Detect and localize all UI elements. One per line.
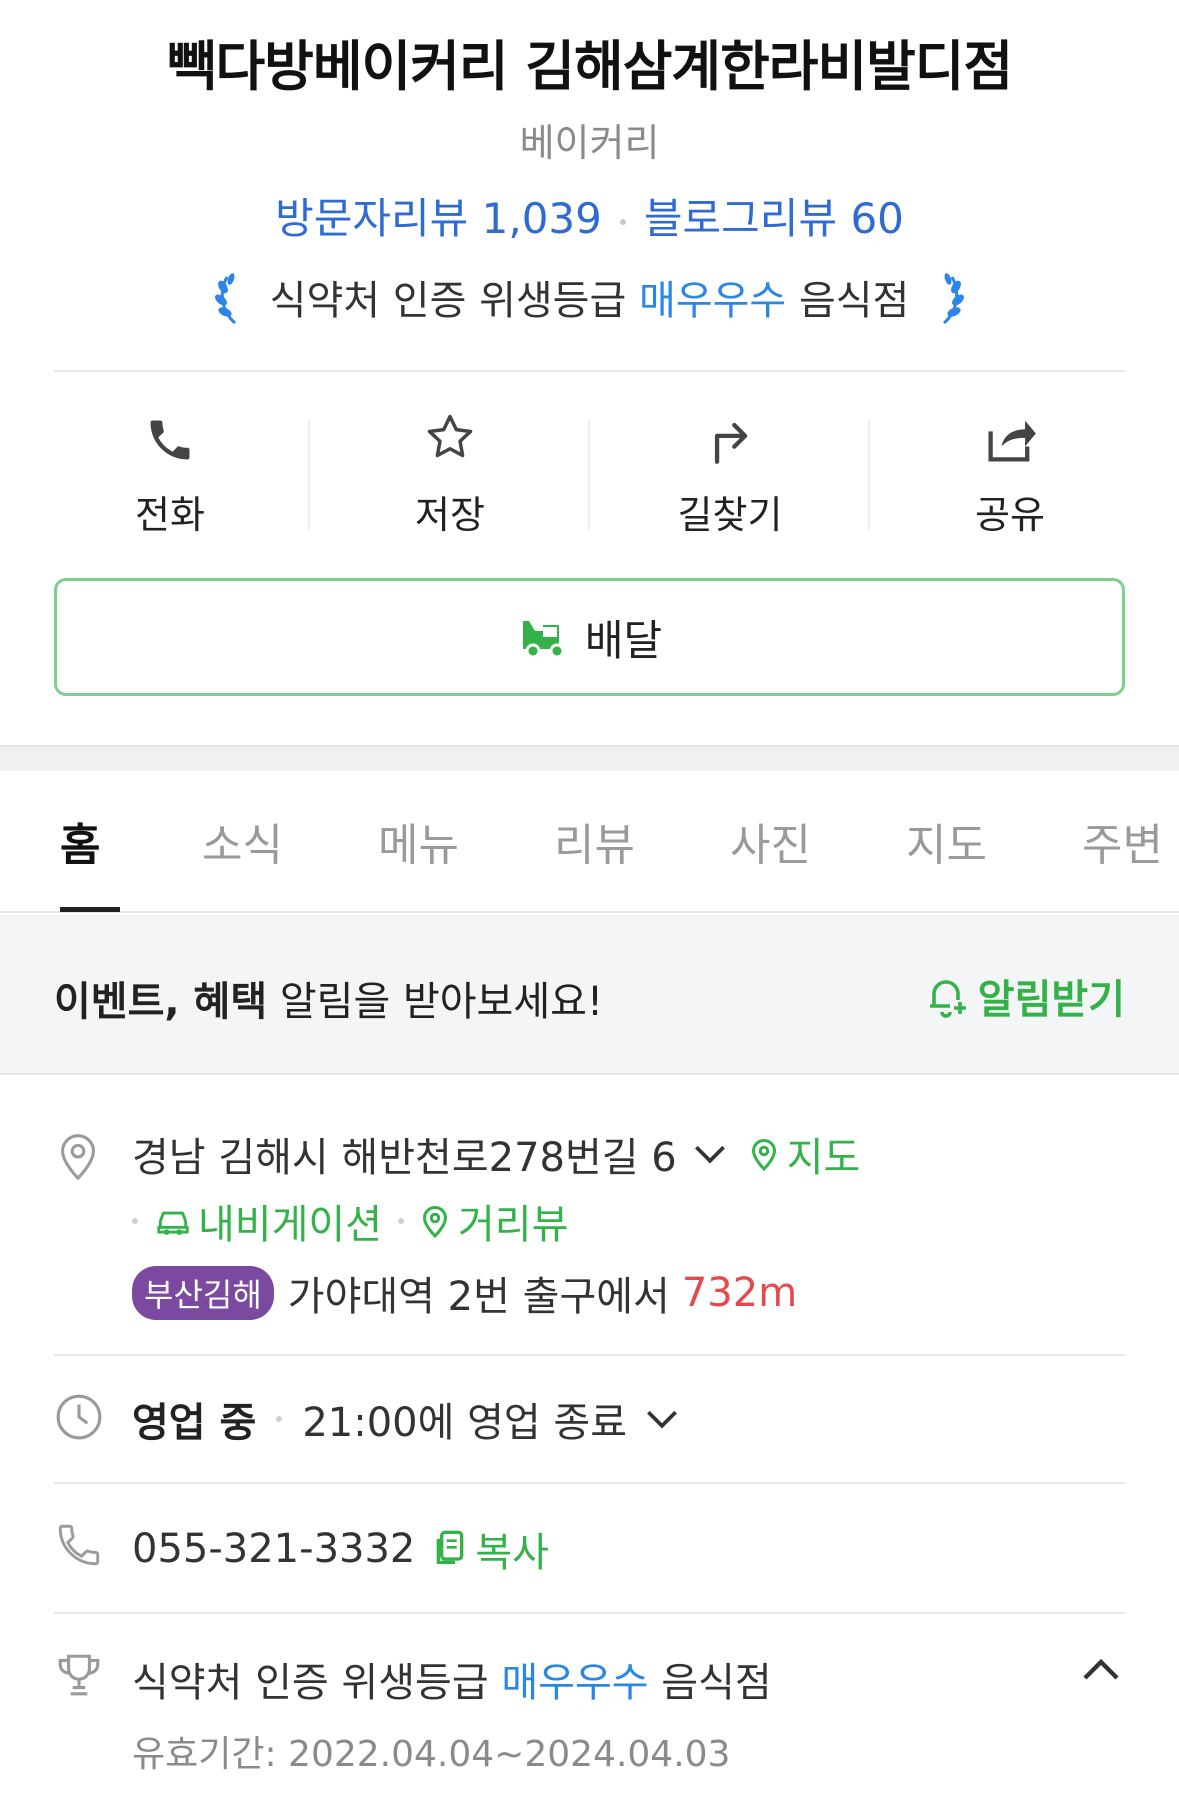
- subway-text: 가야대역 2번 출구에서: [287, 1274, 670, 1320]
- hygiene-grade: 매우우수: [501, 1660, 649, 1706]
- tab-bar: 홈 소식 메뉴 리뷰 사진 지도 주변: [0, 771, 1179, 913]
- copy-icon: [437, 1530, 464, 1564]
- bell-plus-icon: [929, 980, 966, 1018]
- business-status: 영업 중: [132, 1400, 257, 1446]
- trophy-icon: [58, 1654, 100, 1696]
- directions-label: 길찾기: [677, 493, 783, 537]
- section-gap: [0, 745, 1179, 771]
- clock-icon: [56, 1394, 102, 1440]
- hygiene-badge: 식약처 인증 위생등급 매우우수 음식점: [0, 268, 1179, 331]
- notification-text: 이벤트, 혜택 알림을 받아보세요!: [54, 979, 603, 1025]
- phone-row: 055-321-3332 복사: [132, 1520, 549, 1578]
- save-label: 저장: [415, 493, 485, 537]
- chevron-up-icon[interactable]: [1081, 1657, 1121, 1683]
- hygiene-validity: 유효기간: 2022.04.04~2024.04.03: [132, 1734, 731, 1775]
- navigation-link[interactable]: 내비게이션: [154, 1192, 382, 1250]
- subway-line-badge: 부산김해: [132, 1266, 274, 1320]
- call-button[interactable]: 전화: [30, 400, 310, 540]
- address-row: 경남 김해시 해반천로278번길 6 지도: [132, 1125, 860, 1183]
- business-hours-row[interactable]: 영업 중 21:00에 영업 종료: [132, 1390, 679, 1448]
- subway-info: 부산김해 가야대역 2번 출구에서 732m: [132, 1264, 797, 1322]
- blog-reviews-link[interactable]: 블로그리뷰 60: [644, 194, 904, 243]
- subscribe-alerts-button[interactable]: 알림받기: [922, 967, 1125, 1025]
- hygiene-grade: 매우우수: [639, 278, 787, 324]
- star-icon: [427, 414, 473, 458]
- phone-icon: [58, 1524, 100, 1566]
- tab-map[interactable]: 지도: [906, 809, 987, 873]
- laurel-right-icon: [943, 273, 965, 325]
- tab-reviews[interactable]: 리뷰: [554, 809, 635, 873]
- hygiene-info-row: 식약처 인증 위생등급 매우우수 음식점: [132, 1660, 772, 1706]
- directions-icon: [714, 422, 748, 464]
- directions-button[interactable]: 길찾기: [590, 400, 870, 540]
- review-summary: 방문자리뷰 1,039 블로그리뷰 60: [0, 185, 1179, 246]
- notification-banner: 이벤트, 혜택 알림을 받아보세요! 알림받기: [0, 915, 1179, 1075]
- visitor-reviews-link[interactable]: 방문자리뷰 1,039: [275, 194, 602, 243]
- delivery-truck-icon: [522, 621, 565, 659]
- divider: [54, 1354, 1125, 1356]
- map-link[interactable]: 지도: [749, 1125, 860, 1183]
- chevron-down-icon[interactable]: [693, 1143, 727, 1165]
- action-bar: 전화 저장 길찾기 공유: [0, 400, 1179, 540]
- call-label: 전화: [135, 493, 205, 537]
- delivery-label: 배달: [584, 615, 663, 665]
- car-icon: [157, 1211, 189, 1235]
- chevron-down-icon[interactable]: [645, 1408, 679, 1430]
- share-icon: [988, 420, 1036, 462]
- share-label: 공유: [975, 493, 1045, 537]
- map-pin-icon: [422, 1206, 448, 1239]
- map-pin-icon: [751, 1139, 776, 1172]
- place-category: 베이커리: [519, 121, 660, 165]
- separator-dot: [619, 218, 626, 225]
- place-title: 빽다방베이커리 김해삼계한라비발디점: [166, 35, 1013, 98]
- tab-news[interactable]: 소식: [202, 809, 283, 873]
- address-links-row: 내비게이션 거리뷰: [132, 1192, 568, 1250]
- phone-icon: [150, 420, 190, 460]
- tab-nearby[interactable]: 주변: [1082, 809, 1163, 873]
- divider: [54, 370, 1125, 372]
- delivery-button[interactable]: 배달: [54, 578, 1125, 696]
- business-hours-detail: 21:00에 영업 종료: [302, 1400, 628, 1446]
- share-button[interactable]: 공유: [870, 400, 1150, 540]
- save-button[interactable]: 저장: [310, 400, 590, 540]
- location-pin-icon: [61, 1134, 95, 1181]
- subway-distance: 732m: [681, 1270, 798, 1316]
- divider: [54, 1482, 1125, 1484]
- place-header: 빽다방베이커리 김해삼계한라비발디점 베이커리 방문자리뷰 1,039 블로그리뷰…: [0, 0, 1179, 745]
- laurel-left-icon: [214, 273, 236, 325]
- divider: [54, 1612, 1125, 1614]
- tab-menu[interactable]: 메뉴: [378, 809, 459, 873]
- tab-photos[interactable]: 사진: [730, 809, 811, 873]
- address-text: 경남 김해시 해반천로278번길 6: [132, 1135, 677, 1181]
- active-tab-indicator: [60, 907, 120, 912]
- tab-home[interactable]: 홈: [60, 809, 100, 873]
- streetview-link[interactable]: 거리뷰: [420, 1192, 568, 1250]
- copy-phone-button[interactable]: 복사: [433, 1520, 549, 1578]
- phone-number[interactable]: 055-321-3332: [132, 1526, 415, 1572]
